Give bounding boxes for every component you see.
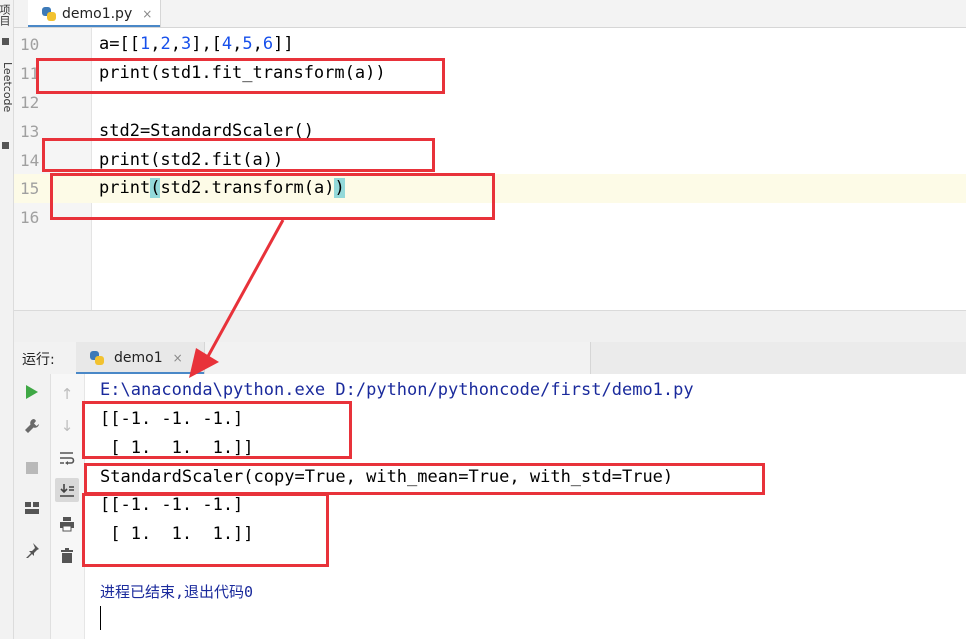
annotation-arrow <box>189 219 285 378</box>
